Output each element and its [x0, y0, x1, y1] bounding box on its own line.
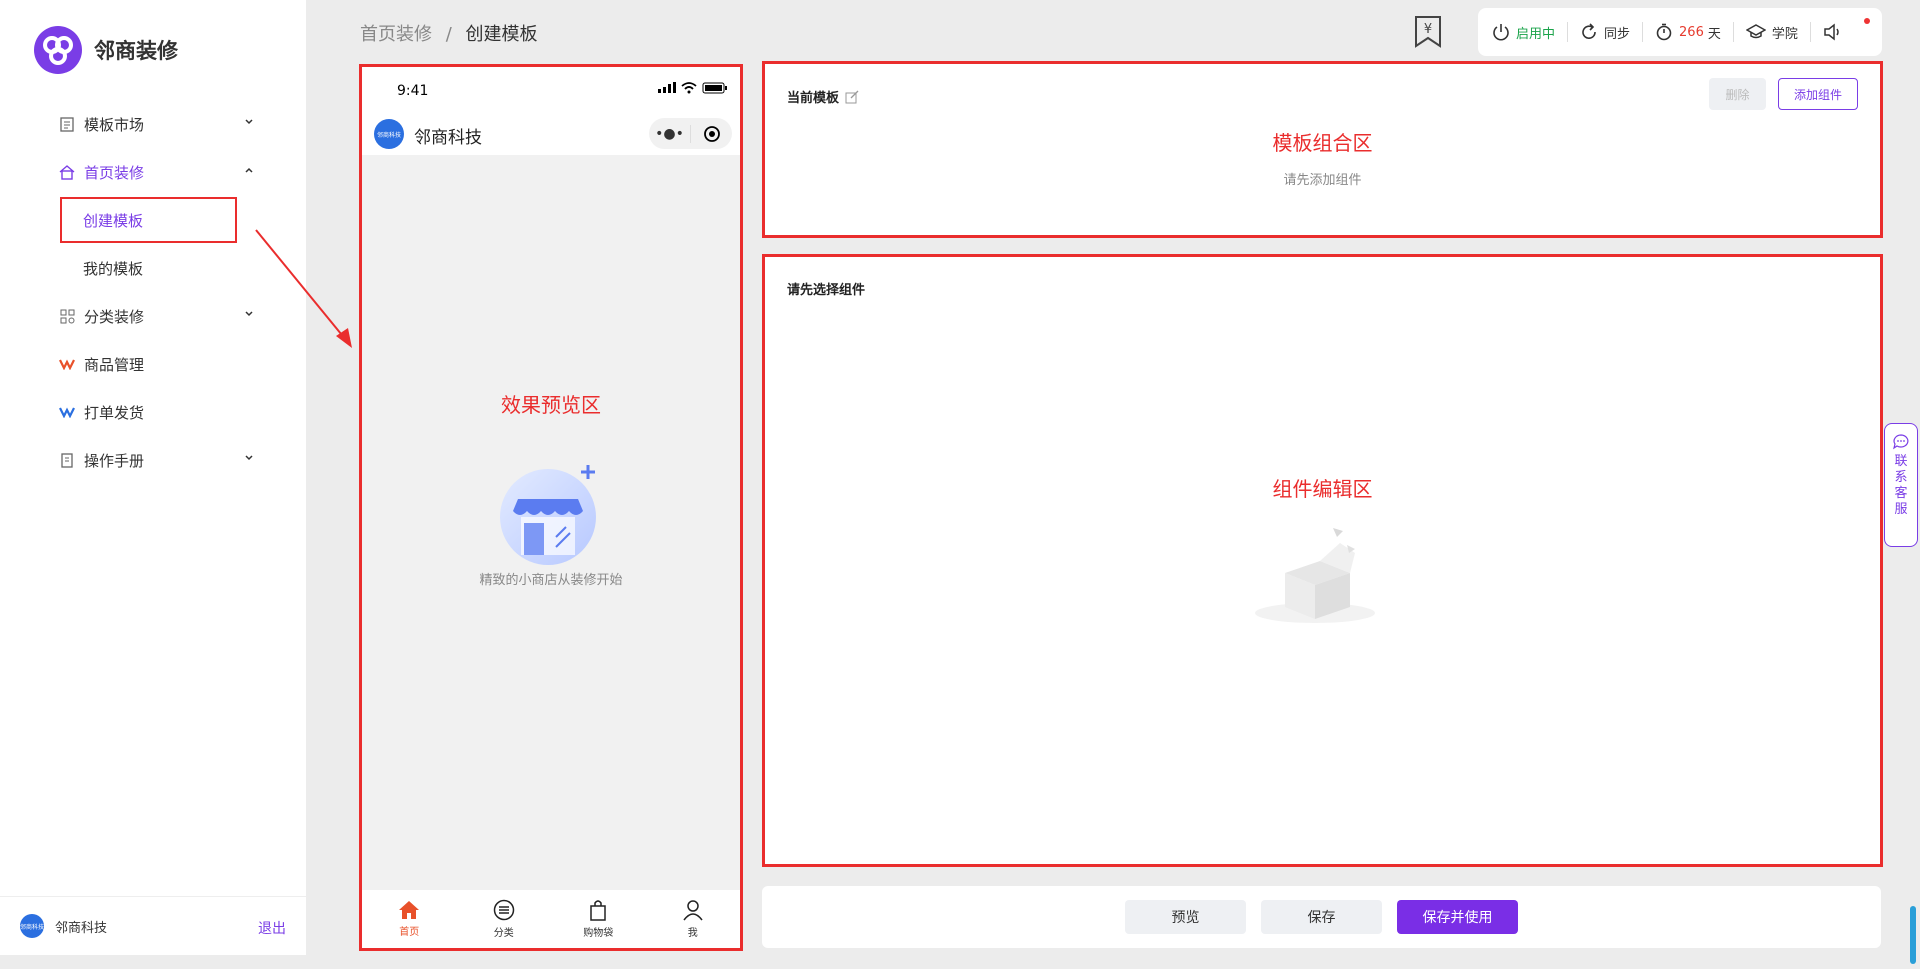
customer-service-button[interactable]: 联系客服 [1884, 423, 1918, 547]
sync-button[interactable]: 同步 [1580, 22, 1644, 42]
tab-bag[interactable]: 购物袋 [551, 890, 646, 948]
sidebar-item-label: 操作手册 [84, 451, 145, 470]
notification-dot [1864, 18, 1870, 24]
phone-header: 9:41 邻商科技 邻商科技 •●• [362, 67, 740, 155]
sidebar-item-label: 分类装修 [84, 307, 145, 326]
preview-button[interactable]: 预览 [1125, 900, 1246, 934]
timer-icon [1656, 23, 1672, 41]
tab-me[interactable]: 我 [646, 890, 741, 948]
sidebar-item-label: 商品管理 [84, 355, 145, 374]
more-dots-icon[interactable]: •●• [649, 126, 690, 142]
preview-empty-text: 精致的小商店从装修开始 [479, 573, 623, 588]
annotation-arrow-icon [255, 229, 352, 348]
sidebar-item-label: 模板市场 [84, 115, 145, 134]
list-icon [493, 899, 514, 921]
chevron-down-icon [245, 119, 253, 125]
sidebar-item-manual[interactable]: 操作手册 [0, 436, 306, 484]
annotation-highlight-box [60, 197, 237, 243]
days-unit: 天 [1707, 26, 1721, 42]
signal-wifi-battery-icon [658, 82, 727, 94]
phone-preview: 9:41 邻商科技 邻商科技 •●• 效果预览区 精致的小商店从装修开始 首页 … [359, 64, 743, 951]
sidebar-item-home-decor[interactable]: 首页装修 [0, 148, 306, 196]
power-icon [1493, 24, 1509, 41]
tab-category[interactable]: 分类 [457, 890, 552, 948]
home-icon [399, 901, 420, 919]
yen-bookmark-icon[interactable]: ¥ [1413, 15, 1443, 49]
bag-icon [590, 900, 606, 921]
sidebar: 邻商装修 模板市场 首页装修 创建模板 我的模板 分类装修 商品管理 打单发货 … [0, 0, 306, 955]
phone-tabbar: 首页 分类 购物袋 我 [362, 890, 740, 948]
breadcrumb-separator: / [445, 24, 452, 45]
template-panel: 当前模板 删除 添加组件 模板组合区 请先添加组件 [762, 61, 1883, 238]
status-toggle[interactable]: 启用中 [1492, 22, 1569, 42]
brand-logo-icon [34, 26, 82, 74]
breadcrumb-current: 创建模板 [465, 24, 538, 45]
template-panel-title: 当前模板 [787, 87, 859, 106]
mini-program-name: 邻商科技 [414, 128, 482, 148]
tab-label: 购物袋 [583, 928, 614, 939]
template-icon [58, 115, 76, 133]
edit-icon[interactable] [845, 90, 859, 104]
editor-panel-title: 请先选择组件 [787, 283, 866, 298]
mini-program-logo: 邻商科技 [374, 119, 404, 149]
brand[interactable]: 邻商装修 [34, 26, 178, 74]
editor-zone-label: 组件编辑区 [1272, 477, 1373, 501]
status-text: 启用中 [1516, 26, 1556, 42]
notification-button[interactable] [1823, 22, 1861, 42]
topbar: 启用中 同步 266 天 学院 [1478, 8, 1882, 56]
breadcrumb: 首页装修 / 创建模板 [360, 20, 538, 46]
sidebar-item-label: 首页装修 [84, 163, 145, 182]
storefront-icon [500, 465, 596, 565]
academy-label: 学院 [1771, 26, 1798, 42]
delete-button[interactable]: 删除 [1709, 78, 1766, 110]
manual-icon [58, 451, 76, 469]
user-icon [683, 900, 703, 921]
tab-home[interactable]: 首页 [362, 890, 457, 948]
brand-name: 邻商装修 [94, 39, 178, 63]
add-component-button[interactable]: 添加组件 [1778, 78, 1858, 110]
tab-label: 首页 [399, 927, 420, 938]
chevron-up-icon [245, 167, 253, 173]
days-remaining[interactable]: 266 天 [1655, 22, 1734, 42]
current-template-label: 当前模板 [787, 91, 840, 106]
action-bar: 预览 保存 保存并使用 [762, 886, 1881, 948]
save-and-use-button[interactable]: 保存并使用 [1397, 900, 1518, 934]
logout-link[interactable]: 退出 [258, 918, 286, 938]
preview-zone-label: 效果预览区 [501, 393, 601, 417]
phone-time: 9:41 [397, 83, 429, 99]
sidebar-item-template-market[interactable]: 模板市场 [0, 100, 306, 148]
home-icon [58, 163, 76, 181]
chevron-down-icon [245, 455, 253, 461]
sync-label: 同步 [1604, 26, 1631, 42]
template-hint: 请先添加组件 [1283, 173, 1362, 188]
close-target-icon[interactable] [691, 125, 732, 143]
sync-icon [1582, 23, 1596, 39]
customer-service-label: 联系客服 [1894, 454, 1908, 517]
sidebar-item-label: 打单发货 [84, 403, 145, 422]
shipping-icon [58, 403, 76, 421]
goods-icon [58, 355, 76, 373]
academy-button[interactable]: 学院 [1745, 22, 1811, 42]
empty-box-icon [1255, 528, 1375, 623]
graduation-cap-icon [1745, 24, 1766, 39]
template-zone-label: 模板组合区 [1272, 131, 1373, 155]
capsule-menu[interactable]: •●• [649, 118, 732, 149]
svg-text:¥: ¥ [1424, 22, 1432, 37]
avatar: 邻商科技 [20, 914, 44, 938]
tab-label: 我 [687, 928, 698, 939]
save-button[interactable]: 保存 [1261, 900, 1382, 934]
days-value: 266 [1679, 24, 1704, 40]
editor-panel: 请先选择组件 组件编辑区 [762, 254, 1883, 867]
sidebar-item-shipping[interactable]: 打单发货 [0, 388, 306, 436]
breadcrumb-parent[interactable]: 首页装修 [360, 24, 432, 45]
speaker-icon [1824, 23, 1839, 41]
scrollbar-thumb[interactable] [1910, 906, 1916, 964]
account-name: 邻商科技 [55, 920, 108, 936]
sidebar-footer: 邻商科技 邻商科技 退出 [0, 896, 306, 955]
category-icon [58, 307, 76, 325]
chat-bubble-icon [1893, 434, 1909, 450]
tab-label: 分类 [493, 928, 514, 939]
